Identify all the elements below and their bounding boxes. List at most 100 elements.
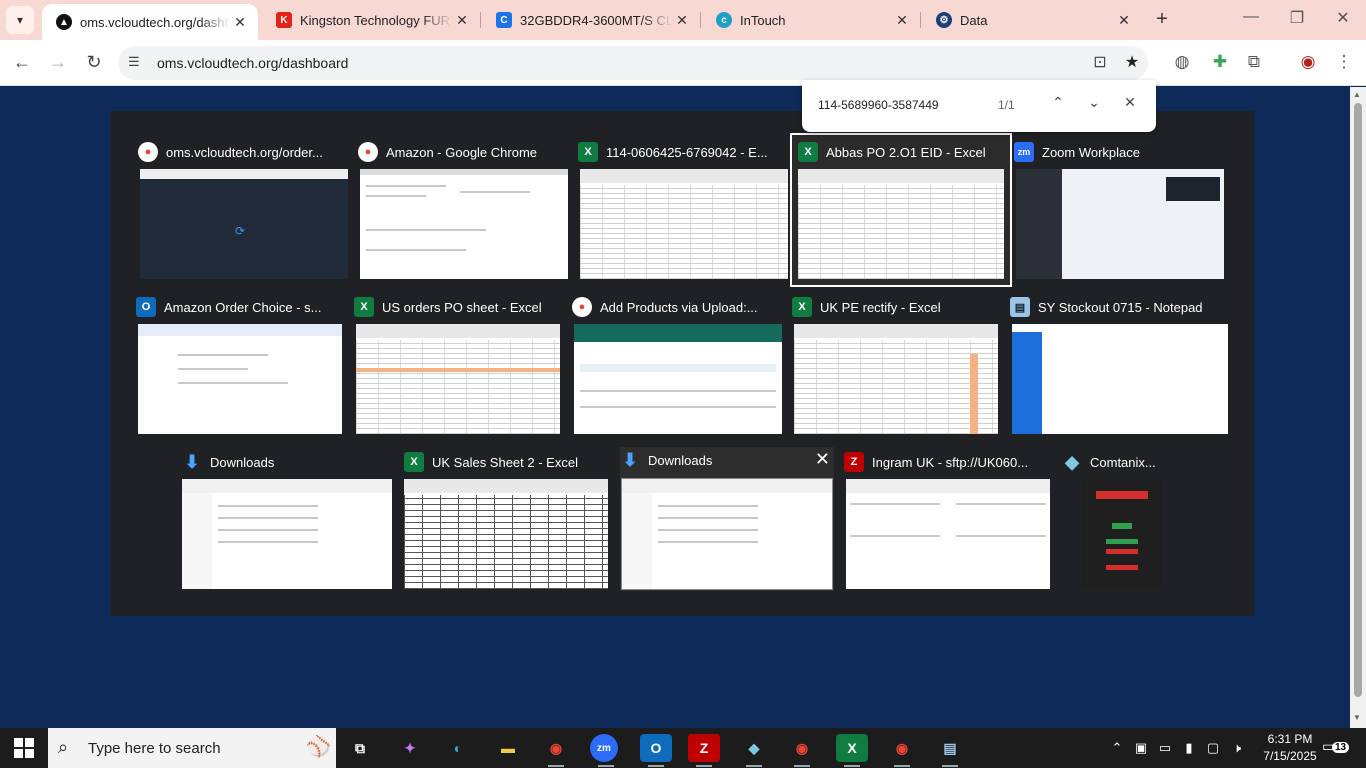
window-ingram-uk-filezilla[interactable]: Z Ingram UK - sftp://UK060... xyxy=(844,449,1050,591)
close-tab-icon[interactable]: ✕ xyxy=(452,12,472,29)
close-tab-icon[interactable]: ✕ xyxy=(672,12,692,29)
comtanix-taskbar-icon[interactable]: ◆ xyxy=(738,734,770,767)
outlook-taskbar-icon[interactable]: O xyxy=(640,734,672,767)
window-uk-sales-sheet-2[interactable]: X UK Sales Sheet 2 - Excel xyxy=(404,449,616,591)
menu-kebab-icon[interactable]: ⋮ xyxy=(1332,52,1356,72)
chrome-taskbar-icon[interactable]: ◉ xyxy=(540,734,572,767)
window-excel-114-0606425[interactable]: X 114-0606425-6769042 - E... xyxy=(578,139,790,281)
globe-icon[interactable]: ◍ xyxy=(1170,52,1194,72)
clock-time: 6:31 PM xyxy=(1267,732,1313,746)
window-title: Amazon Order Choice - s... xyxy=(164,299,322,315)
reload-button[interactable]: ↻ xyxy=(82,50,106,74)
window-amazon-chrome[interactable]: ● Amazon - Google Chrome xyxy=(358,139,570,281)
window-amazon-order-choice[interactable]: O Amazon Order Choice - s... xyxy=(136,294,346,436)
close-tab-icon[interactable]: ✕ xyxy=(1114,12,1134,29)
notification-count-badge: 13 xyxy=(1332,742,1350,753)
window-downloads-2[interactable]: ⬇ Downloads ✕ xyxy=(620,447,834,591)
window-comtanix[interactable]: ◆ Comtanix... xyxy=(1062,449,1172,591)
reload-icon: ↻ xyxy=(86,52,102,72)
window-thumbnail xyxy=(580,169,788,279)
window-title: Zoom Workplace xyxy=(1042,144,1141,160)
extension-plus-icon[interactable]: ✚ xyxy=(1208,52,1232,72)
show-hidden-icons-icon[interactable]: ⌃ xyxy=(1106,740,1128,756)
extensions-icon[interactable]: ⧉ xyxy=(1242,52,1266,72)
meet-now-icon[interactable]: ▣ xyxy=(1130,740,1152,756)
google-lens-icon[interactable]: ⊡ xyxy=(1088,52,1112,72)
close-window-button[interactable]: ✕ xyxy=(1328,8,1358,28)
clock-date: 7/15/2025 xyxy=(1263,749,1317,763)
excel-icon: X xyxy=(578,142,598,162)
battery-icon[interactable]: ▮ xyxy=(1178,740,1200,756)
edge-icon[interactable]: ◐ xyxy=(442,734,474,762)
chrome-profile2-taskbar-icon[interactable]: ◉ xyxy=(886,734,918,767)
close-tab-icon[interactable]: ✕ xyxy=(230,14,250,31)
chevron-down-icon: ▾ xyxy=(16,13,24,27)
start-button[interactable] xyxy=(14,738,34,758)
new-tab-button[interactable]: + xyxy=(1150,8,1174,31)
crucial-icon: C xyxy=(496,12,512,28)
window-abbas-po[interactable]: X Abbas PO 2.O1 EID - Excel xyxy=(790,133,1012,287)
window-downloads-1[interactable]: ⬇ Downloads xyxy=(182,449,394,591)
window-add-products-upload[interactable]: ● Add Products via Upload:... xyxy=(572,294,784,436)
tab-kingston[interactable]: K Kingston Technology FURY 32GB ✕ xyxy=(262,0,480,40)
window-thumbnail xyxy=(138,324,342,434)
scroll-up-icon[interactable]: ▲ xyxy=(1353,90,1361,99)
window-title: Amazon - Google Chrome xyxy=(386,144,538,160)
profile-avatar-icon[interactable]: ◉ xyxy=(1296,52,1320,72)
tab-title: 32GBDDR4-3600MT/S CL16 xyxy=(520,12,672,28)
tab-search-button[interactable]: ▾ xyxy=(6,6,34,34)
scroll-thumb[interactable] xyxy=(1354,103,1362,697)
find-input[interactable]: 114-5689960-3587449 xyxy=(818,98,939,112)
find-previous-button[interactable]: ⌃ xyxy=(1048,94,1068,111)
bookmark-star-icon[interactable]: ★ xyxy=(1120,52,1144,72)
close-tab-icon[interactable]: ✕ xyxy=(892,12,912,29)
window-us-orders-po[interactable]: X US orders PO sheet - Excel xyxy=(354,294,564,436)
plus-icon: + xyxy=(1156,8,1168,30)
minimize-button[interactable]: — xyxy=(1236,8,1266,26)
window-zoom-workplace[interactable]: zm Zoom Workplace xyxy=(1014,139,1226,281)
tab-intouch[interactable]: c InTouch ✕ xyxy=(702,0,920,40)
scroll-down-icon[interactable]: ▼ xyxy=(1353,713,1361,722)
notepad-taskbar-icon[interactable]: ▤ xyxy=(934,734,966,767)
volume-mute-icon[interactable]: 🕨 xyxy=(1226,740,1248,756)
window-sy-stockout-notepad[interactable]: ▤ SY Stockout 0715 - Notepad xyxy=(1010,294,1230,436)
task-view-icon[interactable]: ⧉ xyxy=(344,734,376,762)
forward-button[interactable]: → xyxy=(46,50,70,74)
site-info-icon[interactable]: ☰ xyxy=(128,54,140,70)
chrome-profile-taskbar-icon[interactable]: ◉ xyxy=(786,734,818,767)
excel-taskbar-icon[interactable]: X xyxy=(836,734,868,767)
back-button[interactable]: ← xyxy=(10,50,34,74)
find-close-button[interactable]: ✕ xyxy=(1120,94,1140,111)
tab-oms-dashboard[interactable]: ▲ oms.vcloudtech.org/dashboard ✕ xyxy=(42,4,258,40)
restore-button[interactable]: ❐ xyxy=(1282,8,1312,28)
excel-icon: X xyxy=(798,142,818,162)
tab-title: oms.vcloudtech.org/dashboard xyxy=(80,14,230,30)
find-next-button[interactable]: ⌄ xyxy=(1084,94,1104,111)
taskbar-search[interactable]: ⌕ Type here to search ⚾ xyxy=(48,728,336,768)
file-explorer-icon[interactable]: ▬ xyxy=(492,734,524,762)
window-thumbnail xyxy=(574,324,782,434)
search-icon: ⌕ xyxy=(58,737,69,757)
zoom-taskbar-icon[interactable]: zm xyxy=(590,734,618,767)
copilot-icon[interactable]: ✦ xyxy=(394,734,426,762)
download-icon: ⬇ xyxy=(184,451,200,472)
windows-taskbar: ⌕ Type here to search ⚾ ⧉ ✦ ◐ ▬ ◉ zm O Z… xyxy=(0,728,1366,768)
window-title: UK Sales Sheet 2 - Excel xyxy=(432,454,578,470)
tab-crucial[interactable]: C 32GBDDR4-3600MT/S CL16 ✕ xyxy=(482,0,700,40)
taskbar-clock[interactable]: 6:31 PM 7/15/2025 xyxy=(1253,731,1327,765)
download-icon: ⬇ xyxy=(622,449,638,470)
filezilla-icon: Z xyxy=(844,452,864,472)
window-thumbnail xyxy=(798,169,1004,279)
window-uk-pe-rectify[interactable]: X UK PE rectify - Excel xyxy=(792,294,1002,436)
display-icon[interactable]: ▭ xyxy=(1154,740,1176,756)
close-window-icon[interactable]: ✕ xyxy=(815,449,830,470)
network-icon[interactable]: ▢ xyxy=(1202,740,1224,756)
filezilla-taskbar-icon[interactable]: Z xyxy=(688,734,720,767)
chrome-icon: ● xyxy=(358,142,378,162)
page-scrollbar[interactable]: ▲ ▼ xyxy=(1350,87,1366,728)
window-oms-order[interactable]: ● oms.vcloudtech.org/order... ⟳ xyxy=(138,139,350,281)
address-bar[interactable]: ☰ oms.vcloudtech.org/dashboard ⊡ ★ xyxy=(118,46,1148,80)
window-title: Ingram UK - sftp://UK060... xyxy=(872,454,1029,470)
notification-center-button[interactable]: ▭ 13 xyxy=(1322,738,1352,758)
tab-data[interactable]: ⚙ Data ✕ xyxy=(922,0,1142,40)
